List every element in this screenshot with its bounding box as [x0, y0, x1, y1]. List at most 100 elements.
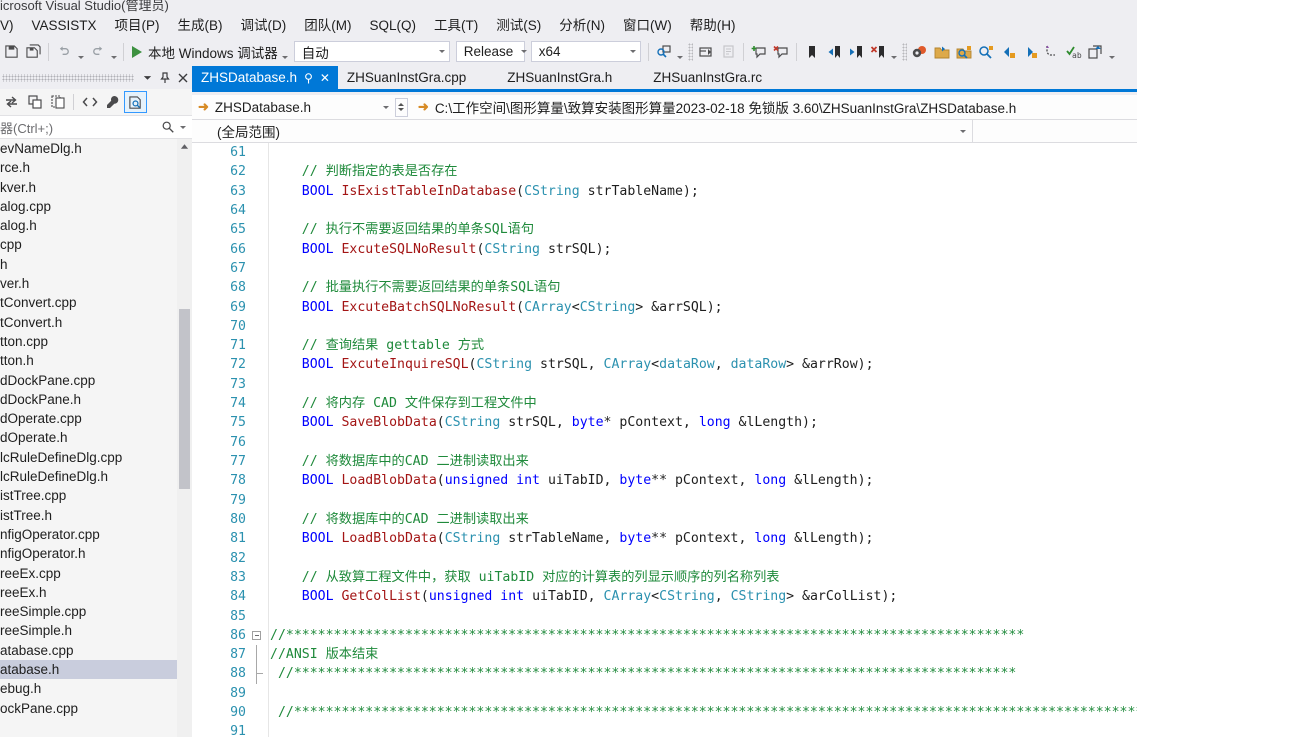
- list-item[interactable]: alog.cpp: [0, 197, 192, 216]
- close-icon[interactable]: [174, 68, 192, 88]
- platform-combo[interactable]: x64: [530, 41, 641, 62]
- tab-zhsuaninstgra-h[interactable]: ZHSuanInstGra.h: [498, 66, 620, 89]
- search-input[interactable]: 器(Ctrl+;): [0, 118, 156, 137]
- find-symbol-in-workspace-icon[interactable]: [953, 41, 975, 63]
- list-item[interactable]: istTree.cpp: [0, 486, 192, 505]
- menu-vassistx[interactable]: VASSISTX: [23, 15, 106, 37]
- view-code-icon[interactable]: [78, 91, 101, 113]
- code-line[interactable]: 82: [192, 548, 1137, 568]
- code-line[interactable]: 75 BOOL SaveBlobData(CString strSQL, byt…: [192, 413, 1137, 433]
- code-line[interactable]: 66 BOOL ExcuteSQLNoResult(CString strSQL…: [192, 239, 1137, 259]
- code-line[interactable]: 88 //***********************************…: [192, 664, 1137, 684]
- build-config-combo[interactable]: Release: [455, 41, 528, 62]
- code-line[interactable]: 62 // 判断指定的表是否存在: [192, 162, 1137, 182]
- file-spinner[interactable]: [394, 97, 408, 117]
- save-icon[interactable]: [0, 41, 22, 63]
- config-combo[interactable]: 自动: [293, 41, 450, 62]
- open-file-in-solution-icon[interactable]: [931, 41, 953, 63]
- solution-explorer-tree[interactable]: evNameDlg.h rce.h kver.h alog.cpp alog.h cpp h…: [0, 139, 192, 737]
- menu-debug[interactable]: 调试(D): [232, 15, 296, 37]
- code-line[interactable]: 76: [192, 432, 1137, 452]
- save-all-icon[interactable]: [22, 41, 44, 63]
- list-item[interactable]: kver.h: [0, 178, 192, 197]
- close-icon[interactable]: ✕: [320, 72, 330, 84]
- scrollbar-thumb[interactable]: [179, 309, 190, 489]
- toolbar-grip[interactable]: [901, 42, 907, 61]
- bookmark-overflow-caret[interactable]: [889, 41, 900, 63]
- menu-help[interactable]: 帮助(H): [681, 15, 745, 37]
- list-item[interactable]: tConvert.cpp: [0, 293, 192, 312]
- clear-bookmarks-icon[interactable]: [867, 41, 889, 63]
- search-options-caret[interactable]: [180, 125, 192, 129]
- list-item[interactable]: tConvert.h: [0, 313, 192, 332]
- code-line[interactable]: 86 //************************************…: [192, 625, 1137, 646]
- sync-with-active-document-icon[interactable]: [0, 91, 23, 113]
- menu-team[interactable]: 团队(M): [295, 15, 360, 37]
- list-item[interactable]: cpp: [0, 235, 192, 254]
- list-item[interactable]: h: [0, 255, 192, 274]
- go-back-icon[interactable]: [997, 41, 1019, 63]
- undo-icon[interactable]: [53, 41, 75, 63]
- collapse-all-icon[interactable]: [23, 91, 46, 113]
- menu-analyze[interactable]: 分析(N): [550, 15, 614, 37]
- list-item[interactable]: ebug.h: [0, 679, 192, 698]
- comment-block-icon[interactable]: [717, 41, 739, 63]
- code-editor[interactable]: 61 62 // 判断指定的表是否存在 63 BOOL IsExistTableIn…: [192, 143, 1137, 737]
- start-debug-button[interactable]: 本地 Windows 调试器: [128, 42, 280, 62]
- active-file-combo[interactable]: ZHSDatabase.h: [215, 100, 395, 115]
- code-line[interactable]: 61: [192, 143, 1137, 163]
- code-line[interactable]: 91: [192, 722, 1137, 737]
- list-item[interactable]: nfigOperator.h: [0, 544, 192, 563]
- code-line[interactable]: 65 // 执行不需要返回结果的单条SQL语句: [192, 220, 1137, 240]
- member-combo[interactable]: [973, 120, 1137, 143]
- code-line[interactable]: 78 BOOL LoadBlobData(unsigned int uiTabI…: [192, 471, 1137, 491]
- preview-selected-items-icon[interactable]: [124, 91, 147, 113]
- code-line[interactable]: 72 BOOL ExcuteInquireSQL(CString strSQL,…: [192, 355, 1137, 375]
- list-item[interactable]: nfigOperator.cpp: [0, 525, 192, 544]
- spinner-down-icon[interactable]: [398, 108, 405, 111]
- list-item[interactable]: evNameDlg.h: [0, 139, 192, 158]
- menu-view[interactable]: V): [0, 15, 23, 37]
- properties-icon[interactable]: [101, 91, 124, 113]
- tab-zhsuaninstgra-cpp[interactable]: ZHSuanInstGra.cpp: [338, 66, 474, 89]
- list-item[interactable]: reeSimple.h: [0, 621, 192, 640]
- pane-grip[interactable]: [2, 73, 134, 82]
- pin-icon[interactable]: [156, 68, 174, 88]
- show-all-files-icon[interactable]: [46, 91, 69, 113]
- menu-sql[interactable]: SQL(Q): [361, 15, 426, 37]
- list-item[interactable]: tton.cpp: [0, 332, 192, 351]
- list-item[interactable]: alog.h: [0, 216, 192, 235]
- code-line[interactable]: 85: [192, 606, 1137, 626]
- code-line[interactable]: 89: [192, 683, 1137, 704]
- vassist-overflow-caret[interactable]: [1107, 41, 1118, 63]
- code-line[interactable]: 73: [192, 374, 1137, 395]
- find-symbol-icon[interactable]: [653, 41, 675, 63]
- menu-test[interactable]: 测试(S): [487, 15, 550, 37]
- menu-window[interactable]: 窗口(W): [614, 15, 681, 37]
- code-line[interactable]: 64: [192, 200, 1137, 221]
- code-line[interactable]: 68 // 批量执行不需要返回结果的单条SQL语句: [192, 278, 1137, 298]
- bookmark-icon[interactable]: [801, 41, 823, 63]
- list-item[interactable]: lcRuleDefineDlg.cpp: [0, 448, 192, 467]
- fold-toggle-icon[interactable]: [252, 630, 261, 640]
- chevron-down-icon[interactable]: [138, 68, 156, 88]
- list-item[interactable]: tton.h: [0, 351, 192, 370]
- code-line[interactable]: 69 BOOL ExcuteBatchSQLNoResult(CArray<CS…: [192, 297, 1137, 317]
- find-symbol-caret[interactable]: [675, 41, 686, 63]
- code-line[interactable]: 90 //***********************************…: [192, 703, 1137, 723]
- undo-dropdown-caret[interactable]: [75, 41, 86, 63]
- list-item[interactable]: dDockPane.h: [0, 390, 192, 409]
- list-item[interactable]: atabase.cpp: [0, 641, 192, 660]
- pin-icon[interactable]: ⚲: [304, 72, 313, 84]
- menu-project[interactable]: 项目(P): [106, 15, 169, 37]
- toggle-bookmark-bar-icon[interactable]: [695, 41, 717, 63]
- toolbar-grip[interactable]: [687, 42, 693, 61]
- menu-tools[interactable]: 工具(T): [425, 15, 487, 37]
- next-bookmark-icon[interactable]: [845, 41, 867, 63]
- start-debug-caret[interactable]: [280, 41, 291, 63]
- open-corresponding-file-icon[interactable]: [1085, 41, 1107, 63]
- code-line[interactable]: 80 // 将数据库中的CAD 二进制读取出来: [192, 509, 1137, 530]
- spinner-up-icon[interactable]: [398, 103, 405, 106]
- code-line[interactable]: 70: [192, 316, 1137, 337]
- solution-explorer-search[interactable]: 器(Ctrl+;): [0, 115, 192, 139]
